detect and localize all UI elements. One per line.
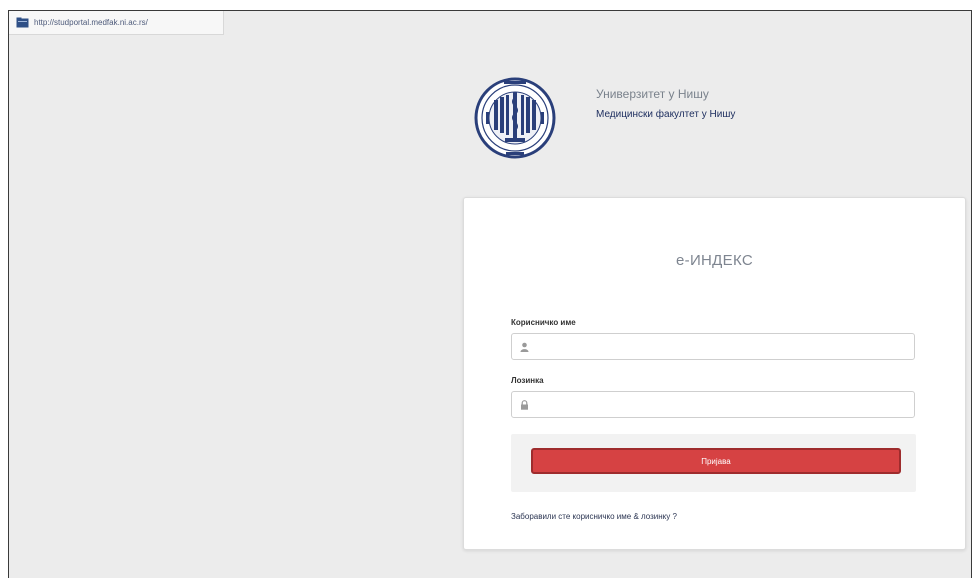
login-card: е-ИНДЕКС Корисничко име Лозинка Пријава … (463, 197, 966, 550)
url-text: http://studportal.medfak.ni.ac.rs/ (34, 18, 148, 27)
username-field[interactable] (511, 333, 915, 360)
browser-viewport: http://studportal.medfak.ni.ac.rs/ Униве… (8, 10, 972, 578)
university-seal-logo (474, 77, 556, 159)
page-icon (16, 17, 29, 28)
lock-icon (520, 399, 529, 410)
user-icon (520, 342, 529, 352)
username-label: Корисничко име (511, 318, 576, 327)
faculty-name: Медицински факултет у Нишу (596, 109, 736, 120)
login-button[interactable]: Пријава (531, 448, 901, 474)
address-bar[interactable]: http://studportal.medfak.ni.ac.rs/ (9, 11, 224, 35)
login-button-area: Пријава (511, 434, 916, 492)
login-title: е-ИНДЕКС (676, 252, 753, 269)
password-field[interactable] (511, 391, 915, 418)
username-input[interactable] (535, 334, 914, 359)
forgot-credentials-link[interactable]: Заборавили сте корисничко име & лозинку … (511, 512, 677, 521)
password-label: Лозинка (511, 376, 544, 385)
brand-header: Универзитет у Нишу Медицински факултет у… (472, 70, 735, 166)
password-input[interactable] (535, 392, 914, 417)
university-name: Универзитет у Нишу (596, 87, 709, 101)
